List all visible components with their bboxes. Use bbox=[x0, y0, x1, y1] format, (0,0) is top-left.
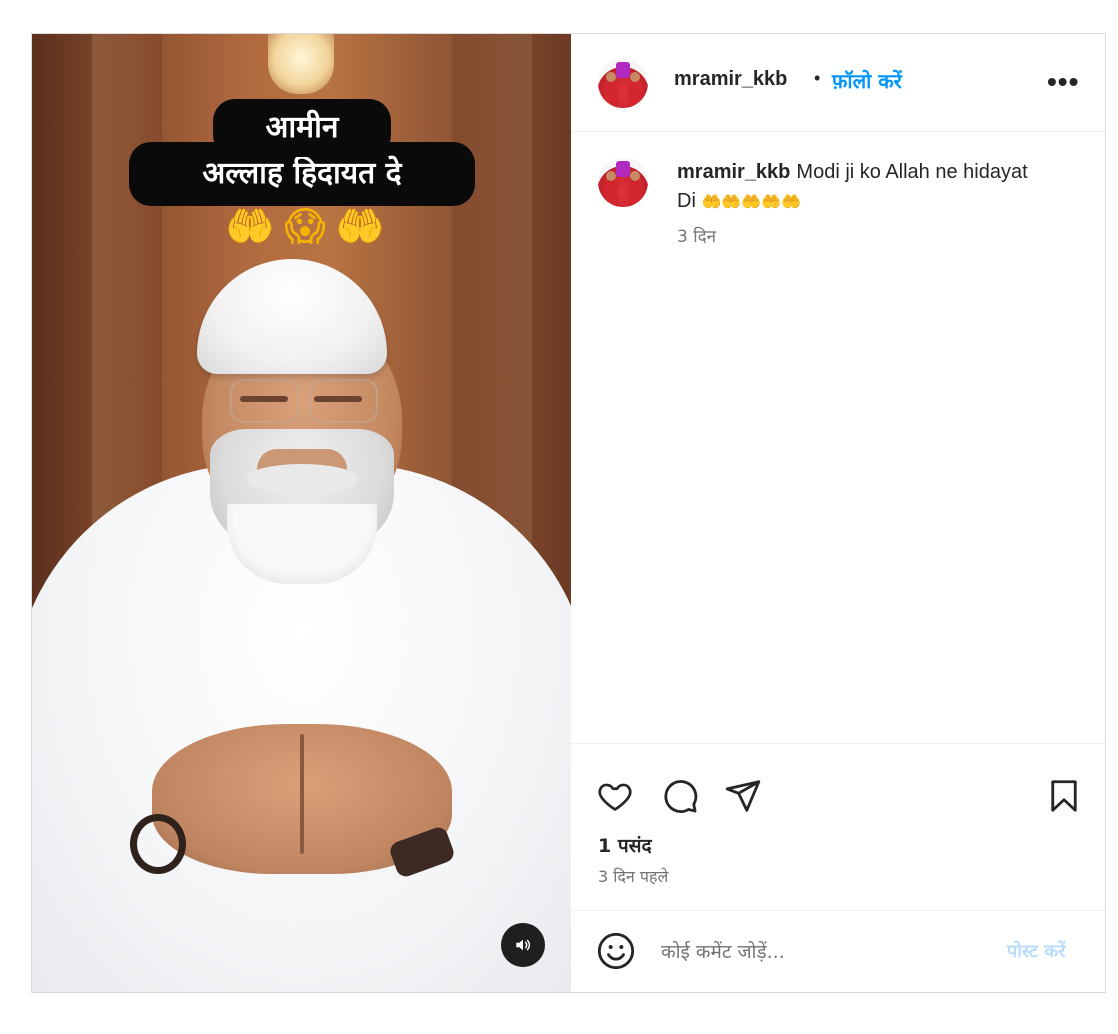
follow-button[interactable]: फ़ॉलो करें bbox=[832, 67, 902, 94]
post-video[interactable]: अल्लाह हिदायत दे आमीन 🤲 😱 🤲 bbox=[32, 34, 571, 992]
hand-gap bbox=[300, 734, 304, 854]
add-comment-bar: पोस्ट करें bbox=[571, 909, 1105, 992]
closed-eye bbox=[314, 396, 362, 402]
like-button[interactable] bbox=[595, 776, 635, 816]
video-caption-line-1: आमीन bbox=[213, 99, 391, 157]
raised-hands-emoji: 🤲 bbox=[335, 204, 385, 250]
post-details-panel: mramir_kkb • फ़ॉलो करें ••• mramir_kkb Mo… bbox=[571, 34, 1105, 992]
raised-hands-emoji: 🤲 bbox=[225, 204, 275, 250]
speaker-icon bbox=[516, 939, 531, 951]
avatar[interactable] bbox=[598, 58, 648, 108]
like-count[interactable]: 1 पसंद bbox=[598, 832, 652, 858]
comments-section: mramir_kkb Modi ji ko Allah ne hidayat Di… bbox=[571, 132, 1105, 742]
send-icon bbox=[725, 780, 761, 812]
mustache bbox=[247, 464, 357, 492]
save-button[interactable] bbox=[1044, 776, 1084, 816]
post-caption: mramir_kkb Modi ji ko Allah ne hidayat Di… bbox=[677, 158, 1037, 216]
smiley-icon bbox=[597, 932, 635, 970]
prayer-cap bbox=[197, 259, 387, 374]
avatar[interactable] bbox=[598, 157, 648, 207]
bracelet bbox=[130, 814, 186, 874]
username-link[interactable]: mramir_kkb bbox=[674, 68, 787, 91]
sound-toggle-button[interactable] bbox=[501, 923, 545, 967]
emoji-picker-button[interactable] bbox=[596, 931, 636, 971]
comment-icon bbox=[664, 780, 698, 813]
scream-emoji: 😱 bbox=[284, 204, 326, 250]
bookmark-icon bbox=[1051, 780, 1077, 812]
heart-icon bbox=[598, 783, 632, 811]
video-emoji-row: 🤲 😱 🤲 bbox=[225, 202, 385, 252]
more-options-icon[interactable]: ••• bbox=[1047, 66, 1079, 98]
background-lamp bbox=[268, 34, 334, 94]
post-header: mramir_kkb • फ़ॉलो करें ••• bbox=[571, 34, 1105, 132]
post-card: अल्लाह हिदायत दे आमीन 🤲 😱 🤲 mramir_kkb •… bbox=[31, 33, 1106, 993]
caption-emojis: 🤲🤲🤲🤲🤲 bbox=[701, 192, 802, 211]
comment-button[interactable] bbox=[660, 776, 700, 816]
action-bar: 1 पसंद 3 दिन पहले bbox=[571, 743, 1105, 911]
separator-dot: • bbox=[814, 68, 821, 88]
share-button[interactable] bbox=[723, 776, 763, 816]
caption-username-link[interactable]: mramir_kkb bbox=[677, 161, 790, 183]
closed-eye bbox=[240, 396, 288, 402]
post-comment-button[interactable]: पोस्ट करें bbox=[1007, 939, 1065, 963]
comment-input[interactable] bbox=[659, 935, 983, 969]
post-timestamp[interactable]: 3 दिन पहले bbox=[598, 865, 668, 887]
caption-timestamp[interactable]: 3 दिन bbox=[677, 224, 716, 247]
